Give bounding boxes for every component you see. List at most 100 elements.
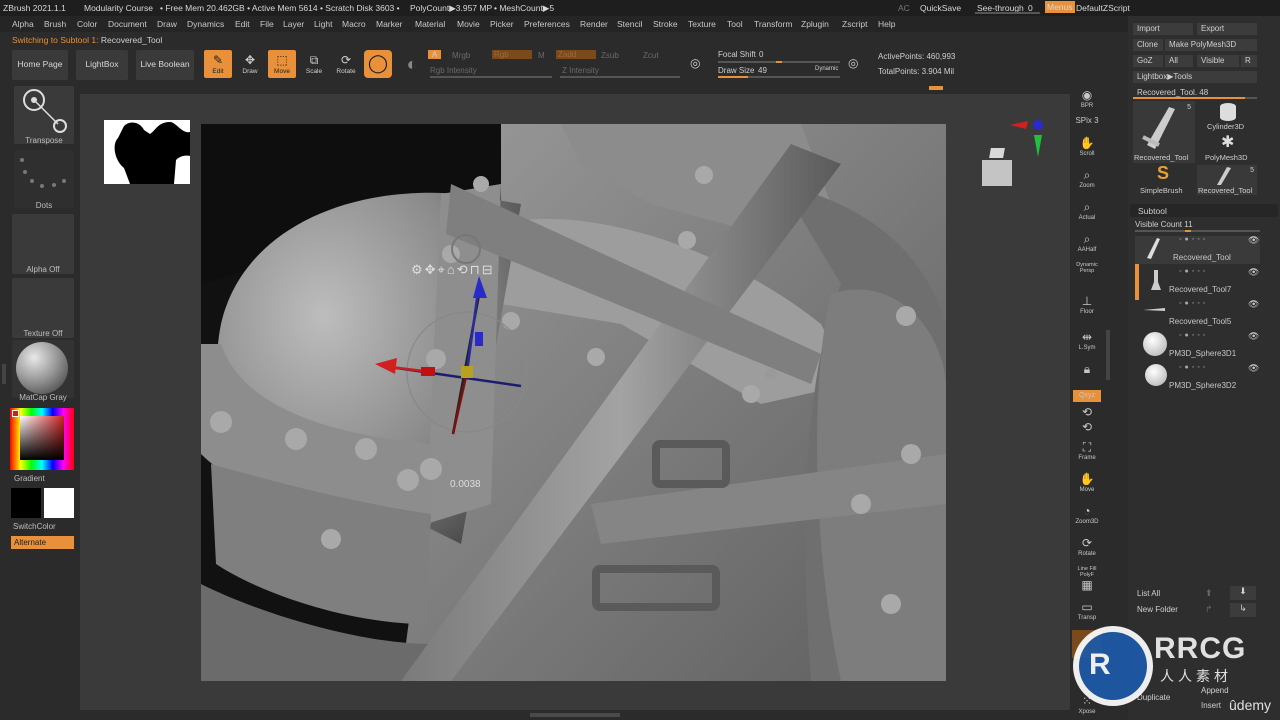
subtool-row-1-toggles[interactable]: ◦●◦◦◦ — [1179, 236, 1208, 243]
menu-picker[interactable]: Picker — [490, 19, 514, 29]
menu-light[interactable]: Light — [314, 19, 332, 29]
rotate-button[interactable]: ⟳ Rotate — [332, 50, 360, 78]
toolbar-scroll-marker[interactable] — [929, 86, 943, 90]
folder-arrow-icon[interactable]: ↱ — [1205, 604, 1213, 615]
alternate-button[interactable]: Alternate — [11, 536, 74, 549]
rgb-intensity-label[interactable]: Rgb Intensity — [430, 66, 477, 75]
color-marker[interactable] — [12, 410, 19, 417]
menu-stencil[interactable]: Stencil — [617, 19, 643, 29]
menus-toggle[interactable]: Menus — [1045, 1, 1075, 13]
menu-movie[interactable]: Movie — [457, 19, 480, 29]
bpr-button[interactable]: ◉ BPR — [1073, 88, 1101, 114]
move-view-button[interactable]: ✋ Move — [1073, 472, 1101, 498]
subtool-row-3-toggles[interactable]: ◦●◦◦◦ — [1179, 300, 1208, 307]
import-button[interactable]: Import — [1133, 23, 1193, 35]
polyf-button[interactable]: Line Fill PolyF ▦ — [1073, 566, 1101, 592]
tool-thumb-cylinder[interactable]: Cylinder3D — [1197, 101, 1257, 131]
eye-icon[interactable]: 👁︎ — [1248, 331, 1259, 342]
tool-thumb-simplebrush[interactable]: S SimpleBrush — [1133, 163, 1195, 195]
subtool-row-5[interactable]: ◦●◦◦◦ 👁︎ PM3D_Sphere3D2 — [1135, 363, 1260, 392]
draw-button[interactable]: ✥ Draw — [236, 50, 264, 78]
visible-count[interactable]: Visible Count 11 — [1135, 220, 1193, 229]
navigation-thumbnail[interactable] — [104, 120, 190, 184]
menu-preferences[interactable]: Preferences — [524, 19, 570, 29]
menu-color[interactable]: Color — [77, 19, 97, 29]
bottom-tray-handle[interactable] — [530, 713, 620, 717]
new-folder-button[interactable]: New Folder — [1133, 604, 1195, 616]
zsub-toggle[interactable]: Zsub — [601, 51, 619, 60]
scale-button[interactable]: ⧉ Scale — [300, 50, 328, 78]
export-button[interactable]: Export — [1197, 23, 1257, 35]
gizmo-toolbar-icons[interactable]: ⚙✥⌖⌂⟲⊓⊟ — [411, 262, 495, 278]
z-intensity-label[interactable]: Z Intensity — [562, 66, 599, 75]
goz-all-button[interactable]: All — [1165, 55, 1193, 67]
menu-transform[interactable]: Transform — [754, 19, 792, 29]
menu-edit[interactable]: Edit — [235, 19, 250, 29]
tool-thumb-polymesh[interactable]: ✱ PolyMesh3D — [1197, 132, 1257, 164]
gradient-label[interactable]: Gradient — [14, 474, 45, 483]
dots-tile[interactable] — [14, 150, 74, 208]
lightbox-button[interactable]: LightBox — [76, 50, 128, 80]
lsym-button[interactable]: ⇹ L.Sym — [1073, 330, 1101, 356]
menu-alpha[interactable]: Alpha — [12, 19, 34, 29]
scroll-button[interactable]: ✋ Scroll — [1073, 136, 1101, 162]
live-boolean-button[interactable]: Live Boolean — [136, 50, 194, 80]
menu-texture[interactable]: Texture — [688, 19, 716, 29]
zoom3d-button[interactable]: ◔ Zoom3D — [1073, 504, 1101, 530]
tool-thumb-recovered-tool-2[interactable]: 5 Recovered_Tool — [1197, 165, 1257, 195]
menu-macro[interactable]: Macro — [342, 19, 366, 29]
menu-file[interactable]: File — [260, 19, 274, 29]
menu-marker[interactable]: Marker — [376, 19, 402, 29]
menu-render[interactable]: Render — [580, 19, 608, 29]
eye-icon[interactable]: 👁︎ — [1248, 235, 1259, 246]
draw-size-label[interactable]: Draw Size — [718, 66, 754, 75]
draw-size-slider[interactable] — [718, 76, 840, 78]
home-page-button[interactable]: Home Page — [12, 50, 68, 80]
aahalf-button[interactable]: ⌕ AAHalf — [1073, 232, 1101, 258]
actual-button[interactable]: ⌕ Actual — [1073, 200, 1101, 226]
persp-button[interactable]: Dynamic Persp — [1073, 262, 1101, 288]
3d-viewport[interactable]: ⚙✥⌖⌂⟲⊓⊟ 0.0038 — [201, 124, 946, 681]
visible-count-slider[interactable] — [1135, 230, 1260, 232]
mrgb-toggle[interactable]: Mrgb — [452, 51, 470, 60]
subtool-row-2-toggles[interactable]: ◦●◦◦◦ — [1179, 268, 1208, 275]
subtool-row-4[interactable]: ◦●◦◦◦ 👁︎ PM3D_Sphere3D1 — [1135, 331, 1260, 360]
menu-stroke[interactable]: Stroke — [653, 19, 678, 29]
menu-zscript[interactable]: Zscript — [842, 19, 868, 29]
arrow-up-icon[interactable]: ⬆ — [1205, 588, 1213, 599]
zoom-button[interactable]: ⌕ Zoom — [1073, 168, 1101, 194]
focal-shift-label[interactable]: Focal Shift — [718, 50, 756, 59]
floor-cube-icon[interactable] — [980, 148, 1014, 188]
material-sphere-button[interactable]: ◐ — [398, 50, 426, 78]
eye-icon[interactable]: 👁︎ — [1248, 299, 1259, 310]
frame-button[interactable]: ⛶ Frame — [1073, 440, 1101, 466]
insert-button[interactable]: Insert — [1197, 700, 1229, 712]
menu-document[interactable]: Document — [108, 19, 147, 29]
eye-icon[interactable]: 👁︎ — [1248, 363, 1259, 374]
subtool-row-3[interactable]: ◦●◦◦◦ 👁︎ Recovered_Tool5 — [1135, 299, 1260, 328]
main-color-swatch[interactable] — [11, 488, 41, 518]
subtool-header[interactable]: Subtool — [1130, 204, 1278, 217]
color-picker[interactable] — [10, 408, 74, 470]
right-tray-handle[interactable] — [1106, 330, 1110, 380]
default-zscript[interactable]: DefaultZScript — [1076, 3, 1130, 13]
left-tray-handle[interactable] — [2, 364, 6, 384]
menu-layer[interactable]: Layer — [283, 19, 304, 29]
spix-control[interactable]: SPix 3 — [1073, 116, 1101, 130]
menu-help[interactable]: Help — [878, 19, 895, 29]
brush-icon-button[interactable]: ◯ — [364, 50, 392, 78]
zadd-toggle[interactable]: Zadd — [556, 50, 596, 59]
folder-down-icon[interactable]: ↳ — [1230, 603, 1256, 617]
focal-shift-slider[interactable] — [718, 61, 840, 63]
subtool-row-5-toggles[interactable]: ◦●◦◦◦ — [1179, 364, 1208, 371]
goz-r-button[interactable]: R — [1241, 55, 1257, 67]
goz-visible-button[interactable]: Visible — [1197, 55, 1239, 67]
quicksave-button[interactable]: QuickSave — [920, 3, 961, 13]
rgb-intensity-slider[interactable] — [430, 76, 552, 78]
menu-material[interactable]: Material — [415, 19, 445, 29]
secondary-color-swatch[interactable] — [44, 488, 74, 518]
rotation-axis-icons[interactable]: ⟲ ⟲ — [1073, 405, 1101, 434]
menu-dynamics[interactable]: Dynamics — [187, 19, 224, 29]
lock-button[interactable]: 🔒︎ — [1073, 362, 1101, 388]
append-button[interactable]: Append — [1197, 685, 1257, 697]
